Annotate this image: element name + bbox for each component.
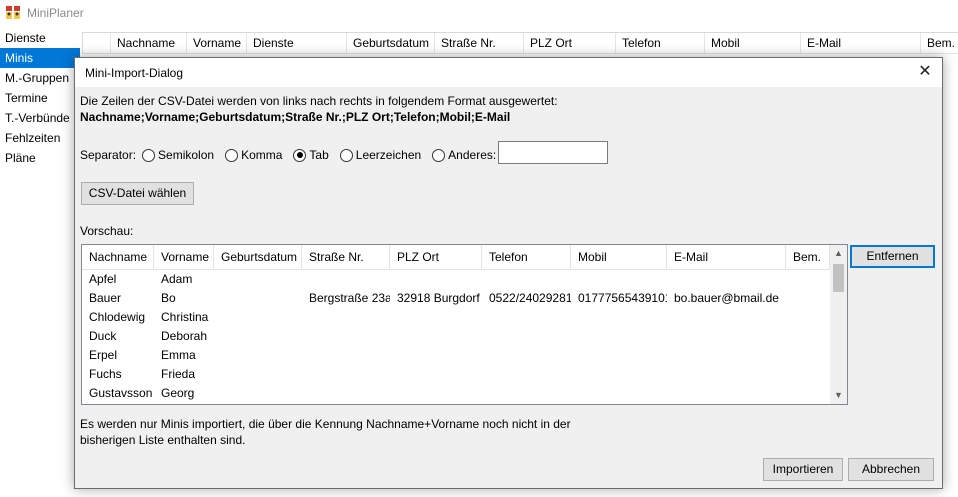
cell-nachname: Erpel bbox=[89, 348, 118, 362]
preview-header-nachname[interactable]: Nachname bbox=[82, 245, 154, 270]
column-header-telefon[interactable]: Telefon bbox=[616, 33, 705, 54]
cell-vorname: Deborah bbox=[161, 329, 208, 343]
preview-header-plz-ort[interactable]: PLZ Ort bbox=[390, 245, 482, 270]
app-logo-icon bbox=[6, 6, 20, 19]
column-header-strasse[interactable]: Straße Nr. bbox=[435, 33, 524, 54]
remove-button[interactable]: Entfernen bbox=[850, 245, 935, 268]
radio-leerzeichen-circle[interactable] bbox=[339, 148, 353, 162]
choose-csv-button[interactable]: CSV-Datei wählen bbox=[81, 182, 194, 205]
cell-nachname: Fuchs bbox=[89, 367, 122, 381]
preview-header-geburtsdatum[interactable]: Geburtsdatum bbox=[214, 245, 302, 270]
scroll-up-icon[interactable]: ▲ bbox=[830, 245, 847, 262]
cell-telefon: 0522/24029281 bbox=[489, 291, 571, 305]
table-row[interactable]: Erpel Emma bbox=[82, 346, 830, 365]
cell-plz-ort: 32918 Burgdorf bbox=[397, 291, 480, 305]
table-row[interactable]: Apfel Adam bbox=[82, 270, 830, 289]
sidebar-item-plaene[interactable]: Pläne bbox=[0, 148, 80, 168]
sidebar-item-termine[interactable]: Termine bbox=[0, 88, 80, 108]
cell-vorname: Georg bbox=[161, 386, 195, 400]
cell-nachname: Apfel bbox=[89, 272, 117, 286]
dialog-title: Mini-Import-Dialog bbox=[85, 66, 184, 80]
radio-leerzeichen-label: Leerzeichen bbox=[355, 148, 422, 162]
preview-header: Nachname Vorname Geburtsdatum Straße Nr.… bbox=[82, 245, 830, 270]
preview-header-mobil[interactable]: Mobil bbox=[571, 245, 667, 270]
column-header-vorname[interactable]: Vorname bbox=[187, 33, 247, 54]
cell-vorname: Bo bbox=[161, 291, 176, 305]
import-dialog: Mini-Import-Dialog ✕ Die Zeilen der CSV-… bbox=[74, 57, 943, 489]
main-table-header: Nachname Vorname Dienste Geburtsdatum St… bbox=[82, 32, 958, 54]
cell-vorname: Christina bbox=[161, 310, 209, 324]
column-header-email[interactable]: E-Mail bbox=[801, 33, 921, 54]
sidebar-item-minis[interactable]: Minis bbox=[0, 48, 80, 68]
radio-semikolon-label: Semikolon bbox=[158, 148, 215, 162]
cell-vorname: Emma bbox=[161, 348, 196, 362]
radio-anderes[interactable]: Anderes: bbox=[432, 148, 496, 162]
preview-label: Vorschau: bbox=[80, 224, 134, 238]
cell-nachname: Bauer bbox=[89, 291, 122, 305]
column-header-bem[interactable]: Bem. bbox=[921, 33, 958, 54]
preview-header-strasse[interactable]: Straße Nr. bbox=[302, 245, 390, 270]
sidebar-item-gruppen[interactable]: M.-Gruppen bbox=[0, 68, 80, 88]
app-titlebar: MiniPlaner bbox=[0, 0, 958, 26]
preview-table[interactable]: Nachname Vorname Geburtsdatum Straße Nr.… bbox=[81, 244, 848, 405]
radio-komma-label: Komma bbox=[241, 148, 283, 162]
radio-anderes-label: Anderes: bbox=[448, 148, 497, 162]
import-note: Es werden nur Minis importiert, die über… bbox=[80, 417, 571, 447]
sidebar: Dienste Minis M.-Gruppen Termine T.-Verb… bbox=[0, 28, 80, 168]
radio-komma-circle[interactable] bbox=[225, 148, 239, 162]
cell-mobil: 01777565439101 bbox=[578, 291, 667, 305]
cell-vorname: Adam bbox=[161, 272, 193, 286]
dialog-titlebar: Mini-Import-Dialog ✕ bbox=[75, 58, 942, 87]
preview-scrollbar[interactable]: ▲ ▼ bbox=[830, 245, 847, 404]
format-description: Die Zeilen der CSV-Datei werden von link… bbox=[80, 94, 558, 108]
column-header-nachname[interactable]: Nachname bbox=[111, 33, 187, 54]
column-header-mobil[interactable]: Mobil bbox=[705, 33, 801, 54]
table-row[interactable]: Chlodewig Christina bbox=[82, 308, 830, 327]
cell-nachname: Chlodewig bbox=[89, 310, 146, 324]
cell-vorname: Frieda bbox=[161, 367, 196, 381]
column-header-geburtsdatum[interactable]: Geburtsdatum bbox=[347, 33, 435, 54]
column-header-plz-ort[interactable]: PLZ Ort bbox=[524, 33, 616, 54]
cell-nachname: Duck bbox=[89, 329, 117, 343]
separator-label: Separator: bbox=[80, 148, 137, 162]
other-separator-input[interactable] bbox=[498, 141, 608, 164]
radio-tab-label: Tab bbox=[309, 148, 329, 162]
preview-header-bem[interactable]: Bem. bbox=[786, 245, 830, 270]
row-header-spacer bbox=[83, 33, 111, 54]
table-row[interactable]: Fuchs Frieda bbox=[82, 365, 830, 384]
preview-header-vorname[interactable]: Vorname bbox=[154, 245, 214, 270]
cell-email: bo.bauer@bmail.de bbox=[674, 291, 779, 305]
scroll-thumb[interactable] bbox=[833, 264, 844, 292]
format-spec: Nachname;Vorname;Geburtsdatum;Straße Nr.… bbox=[80, 110, 511, 124]
preview-header-telefon[interactable]: Telefon bbox=[482, 245, 571, 270]
close-icon[interactable]: ✕ bbox=[912, 60, 938, 84]
separator-group: Separator: Semikolon Komma Tab Leerzeich… bbox=[80, 147, 507, 163]
cell-nachname: Gustavsson bbox=[89, 386, 153, 400]
radio-komma[interactable]: Komma bbox=[225, 148, 282, 162]
app-title: MiniPlaner bbox=[27, 6, 84, 20]
radio-tab[interactable]: Tab bbox=[293, 148, 329, 162]
sidebar-item-verbuende[interactable]: T.-Verbünde bbox=[0, 108, 80, 128]
table-row[interactable]: Duck Deborah bbox=[82, 327, 830, 346]
radio-semikolon-circle[interactable] bbox=[142, 148, 156, 162]
cancel-button[interactable]: Abbrechen bbox=[848, 458, 934, 481]
table-row[interactable]: Gustavsson Georg bbox=[82, 384, 830, 403]
column-header-dienste[interactable]: Dienste bbox=[247, 33, 347, 54]
preview-header-email[interactable]: E-Mail bbox=[667, 245, 786, 270]
import-button[interactable]: Importieren bbox=[763, 458, 843, 481]
sidebar-item-dienste[interactable]: Dienste bbox=[0, 28, 80, 48]
radio-leerzeichen[interactable]: Leerzeichen bbox=[339, 148, 422, 162]
scroll-down-icon[interactable]: ▼ bbox=[830, 387, 847, 404]
cell-strasse: Bergstraße 23a bbox=[309, 291, 390, 305]
table-row[interactable]: Bauer Bo Bergstraße 23a 32918 Burgdorf 0… bbox=[82, 289, 830, 308]
sidebar-item-fehlzeiten[interactable]: Fehlzeiten bbox=[0, 128, 80, 148]
radio-tab-circle[interactable] bbox=[293, 148, 307, 162]
radio-anderes-circle[interactable] bbox=[432, 148, 446, 162]
radio-semikolon[interactable]: Semikolon bbox=[142, 148, 214, 162]
